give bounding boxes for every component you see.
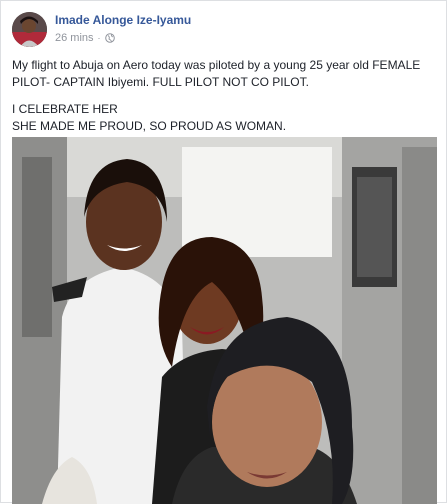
author-avatar[interactable] (12, 12, 47, 47)
author-name[interactable]: Imade Alonge Ize-Iyamu (55, 13, 191, 27)
post-line-1: My flight to Abuja on Aero today was pil… (12, 58, 421, 89)
avatar-photo-icon (12, 12, 47, 47)
post-meta: 26 mins · (55, 32, 115, 44)
post-photo[interactable] (12, 137, 437, 504)
post-line-3: SHE MADE ME PROUD, SO PROUD AS WOMAN. (12, 119, 287, 133)
facebook-post: Imade Alonge Ize-Iyamu 26 mins · My flig… (0, 0, 447, 504)
meta-separator: · (97, 33, 101, 43)
cockpit-selfie-photo (12, 137, 437, 504)
post-line-2: I CELEBRATE HER (12, 102, 118, 116)
timestamp[interactable]: 26 mins (55, 32, 94, 44)
post-body: My flight to Abuja on Aero today was pil… (12, 57, 437, 135)
globe-icon[interactable] (104, 33, 115, 43)
